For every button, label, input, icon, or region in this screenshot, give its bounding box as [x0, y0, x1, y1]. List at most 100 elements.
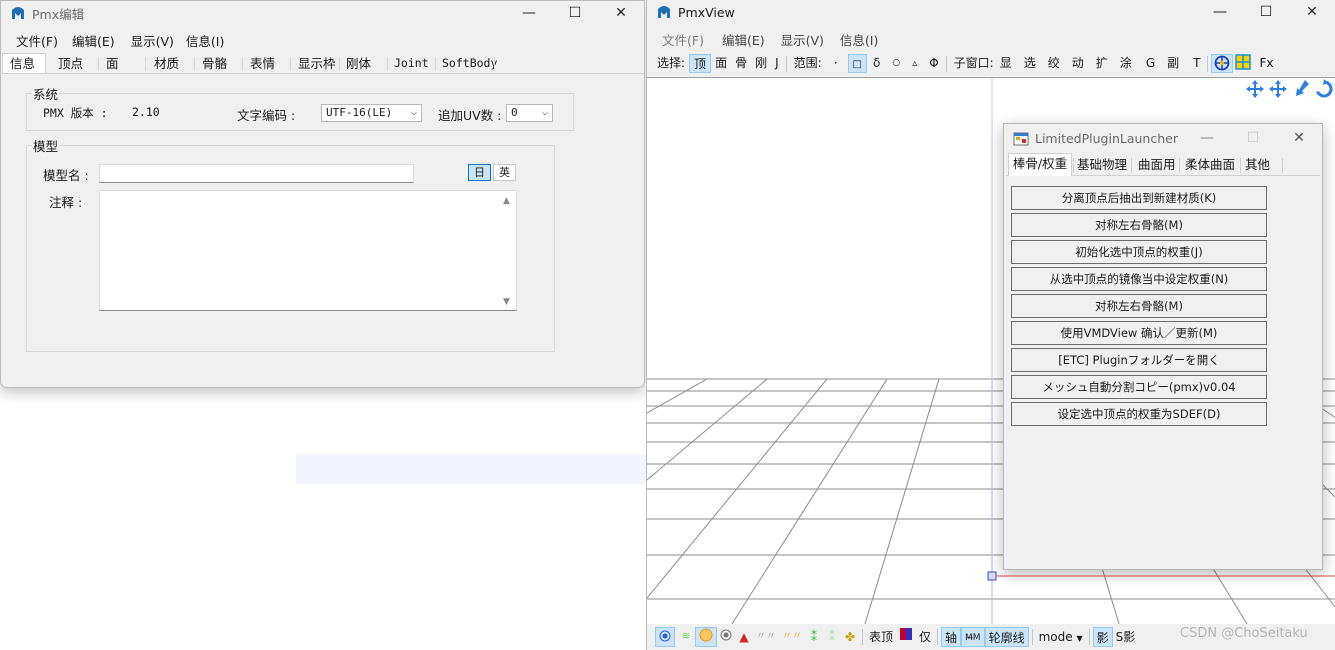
move-button[interactable] — [1266, 78, 1289, 100]
model-name-input[interactable] — [99, 164, 414, 183]
tab-display-frame[interactable]: 显示枠 — [298, 54, 336, 73]
menu-view[interactable]: 显示(V) — [131, 31, 174, 50]
menu-info[interactable]: 信息(I) — [840, 30, 878, 49]
self-shadow-button[interactable]: S影 — [1113, 627, 1139, 647]
close-button[interactable]: ✕ — [598, 1, 644, 25]
menu-view[interactable]: 显示(V) — [781, 30, 824, 49]
point-gray-button[interactable] — [717, 627, 735, 647]
menu-file[interactable]: 文件(F) — [16, 31, 58, 50]
grid-view-button[interactable] — [1233, 54, 1255, 73]
menu-file[interactable]: 文件(F) — [662, 30, 704, 49]
subwin-select-button[interactable]: 选 — [1020, 54, 1040, 73]
menu-info[interactable]: 信息(I) — [186, 31, 224, 50]
tab-face[interactable]: 面 — [106, 54, 119, 73]
subwin-paint-button[interactable]: 涂 — [1116, 54, 1136, 73]
plugin-button-3[interactable]: 初始化选中顶点的权重(J) — [1011, 240, 1267, 264]
select-bone-button[interactable]: 骨 — [731, 54, 751, 73]
tab-rigidbody[interactable]: 刚体 — [346, 54, 371, 73]
plugin-button-8[interactable]: メッシュ自動分割コピー(pmx)v0.04 — [1011, 375, 1267, 399]
tab-other[interactable]: 其他 — [1245, 155, 1270, 175]
tab-soft-surface[interactable]: 柔体曲面 — [1185, 155, 1235, 175]
title-bar[interactable]: PmxView — ☐ ✕ — [647, 0, 1335, 24]
plugin-button-6[interactable]: 使用VMDView 确认／更新(M) — [1011, 321, 1267, 345]
tab-softbody[interactable]: SoftBody — [442, 54, 497, 73]
tab-joint[interactable]: Joint — [394, 54, 429, 73]
vertex-display-button[interactable] — [655, 627, 675, 647]
lang-en-button[interactable]: 英 — [493, 164, 516, 181]
subwin-g-button[interactable]: G — [1142, 54, 1159, 73]
menu-edit[interactable]: 编辑(E) — [72, 31, 115, 50]
minimize-button[interactable]: — — [1184, 124, 1230, 152]
only-button[interactable]: 仅 — [916, 627, 934, 647]
select-face-button[interactable]: 面 — [711, 54, 731, 73]
scroll-down-icon[interactable]: ▼ — [503, 297, 510, 307]
mesh-orange-button[interactable] — [695, 627, 717, 647]
outline-button[interactable]: 轮廓线 — [984, 627, 1029, 647]
pan-button[interactable] — [1243, 78, 1266, 100]
comment-textarea[interactable]: ▲ ▼ — [99, 190, 517, 311]
plugin-button-2[interactable]: 对称左右骨骼(M) — [1011, 213, 1267, 237]
plugin-button-9[interactable]: 设定选中顶点的权重为SDEF(D) — [1011, 402, 1267, 426]
physics-button[interactable]: ✤ — [841, 627, 859, 647]
lang-jp-button[interactable]: 日 — [468, 164, 491, 181]
weight-button[interactable]: 〃〃 — [779, 627, 805, 647]
maximize-button[interactable]: ☐ — [552, 1, 598, 25]
mode-dropdown[interactable]: mode ▼ — [1036, 627, 1086, 647]
tab-vertex[interactable]: 顶点 — [58, 54, 83, 73]
select-vertex-button[interactable]: 顶 — [689, 54, 712, 73]
wire-green-button[interactable]: ≋ — [677, 627, 695, 647]
tab-bone[interactable]: 骨骼 — [202, 54, 227, 73]
tab-surface[interactable]: 曲面用 — [1138, 155, 1176, 175]
target-view-button[interactable] — [1211, 54, 1234, 73]
tab-basic-physics[interactable]: 基础物理 — [1077, 155, 1127, 175]
view-navigation — [1243, 78, 1335, 100]
uv-count-select[interactable]: 0 ⌵ — [506, 104, 553, 122]
zoom-button[interactable] — [1289, 78, 1312, 100]
rotate-button[interactable] — [1312, 78, 1335, 100]
select-rigid-button[interactable]: 刚 — [751, 54, 771, 73]
axis-label-button[interactable]: M̶M — [961, 627, 985, 647]
maximize-button[interactable]: ☐ — [1230, 124, 1276, 152]
minimize-button[interactable]: — — [506, 1, 552, 25]
select-joint-button[interactable]: J — [771, 54, 783, 73]
table-vertex-button[interactable]: 表顶 — [866, 627, 896, 647]
subwin-show-button[interactable]: 显 — [996, 54, 1016, 73]
title-bar[interactable]: Pmx编辑 — ☐ ✕ — [1, 1, 644, 25]
fx-button[interactable]: Fx — [1255, 54, 1277, 73]
close-button[interactable]: ✕ — [1276, 124, 1322, 152]
bone-green-button[interactable]: ⁑ — [805, 627, 823, 647]
maximize-button[interactable]: ☐ — [1243, 0, 1289, 24]
tab-info[interactable]: 信息 — [2, 53, 46, 73]
close-button[interactable]: ✕ — [1289, 0, 1335, 24]
plugin-button-7[interactable]: [ETC] Pluginフォルダーを開く — [1011, 348, 1267, 372]
color-button[interactable] — [896, 627, 916, 647]
range-circle-button[interactable]: ○ — [888, 54, 904, 73]
bone-light-button[interactable]: ⁑ — [823, 627, 841, 647]
minimize-button[interactable]: — — [1197, 0, 1243, 24]
tab-bone-weight[interactable]: 棒骨/权重 — [1008, 153, 1072, 177]
menu-edit[interactable]: 编辑(E) — [722, 30, 765, 49]
subwin-move-button[interactable]: 动 — [1068, 54, 1088, 73]
subwin-t-button[interactable]: T — [1189, 54, 1204, 73]
range-point-button[interactable]: · — [830, 54, 842, 73]
scroll-up-icon[interactable]: ▲ — [503, 196, 510, 206]
range-delta-button[interactable]: δ — [869, 54, 884, 73]
range-rect-button[interactable]: □ — [847, 54, 867, 73]
plugin-button-5[interactable]: 对称左右骨骼(M) — [1011, 294, 1267, 318]
subwin-narrow-button[interactable]: 绞 — [1044, 54, 1064, 73]
comment-scrollbar[interactable]: ▲ ▼ — [500, 191, 516, 310]
plugin-button-4[interactable]: 从选中顶点的镜像当中设定权重(N) — [1011, 267, 1267, 291]
shadow-button[interactable]: 影 — [1092, 627, 1113, 647]
tab-morph[interactable]: 表情 — [250, 54, 275, 73]
triangle-button[interactable]: ▲ — [735, 627, 753, 647]
hair-button[interactable]: 〃〃 — [753, 627, 779, 647]
subwin-expand-button[interactable]: 扩 — [1092, 54, 1112, 73]
range-triangle-button[interactable]: ▵ — [908, 54, 921, 73]
title-bar[interactable]: LimitedPluginLauncher — ☐ ✕ — [1004, 124, 1322, 152]
tab-material[interactable]: 材质 — [154, 54, 179, 73]
plugin-button-1[interactable]: 分离顶点后抽出到新建材质(K) — [1011, 186, 1267, 210]
encoding-select[interactable]: UTF-16(LE) ⌵ — [321, 104, 422, 122]
axis-button[interactable]: 轴 — [941, 627, 962, 647]
subwin-sub-button[interactable]: 副 — [1163, 54, 1183, 73]
range-phi-button[interactable]: Φ — [925, 54, 942, 73]
